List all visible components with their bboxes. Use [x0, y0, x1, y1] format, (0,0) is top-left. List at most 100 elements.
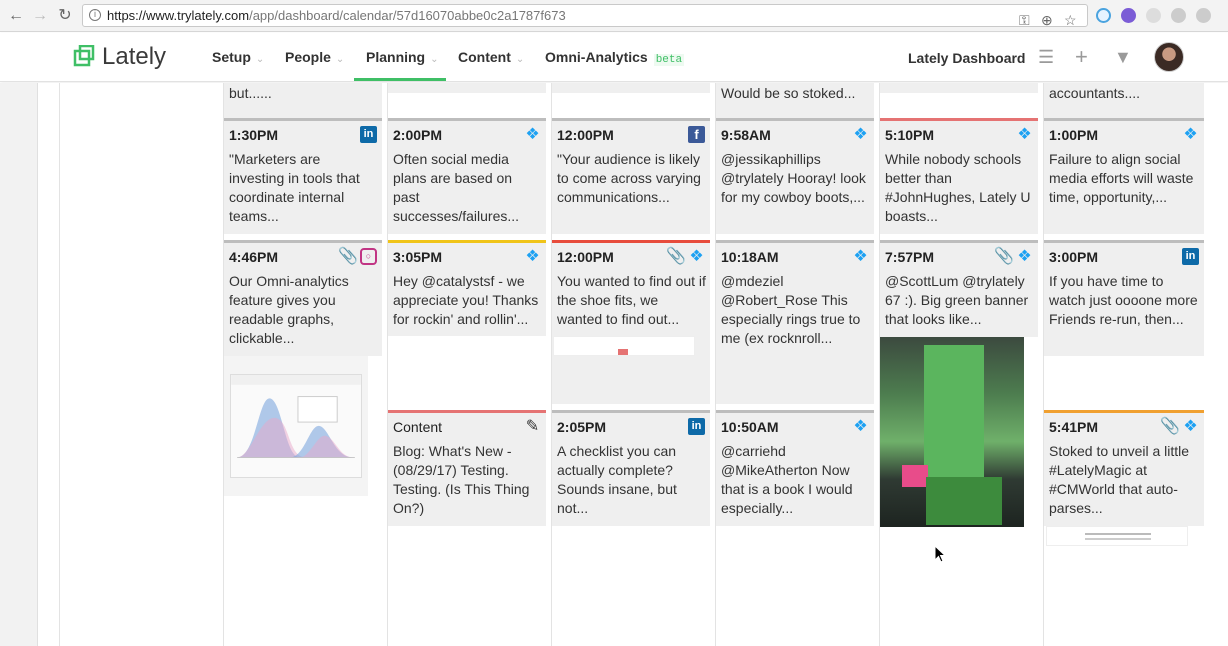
- card-time: 4:46PM: [229, 249, 279, 265]
- card-time: 2:00PM: [393, 127, 443, 143]
- calendar-card[interactable]: 12:00PM 📎 ❖ You wanted to find out if the…: [552, 240, 710, 404]
- card-spacer: [388, 336, 546, 404]
- card-time: 3:05PM: [393, 249, 443, 265]
- calendar-card[interactable]: 10:50AM ❖ @carriehd @MikeAtherton Now th…: [716, 410, 874, 526]
- plus-icon[interactable]: +: [1075, 44, 1088, 70]
- linkedin-icon: in: [360, 126, 377, 143]
- card-time: 1:30PM: [229, 127, 279, 143]
- calendar-card[interactable]: 5:10PM ❖ While nobody schools better tha…: [880, 118, 1038, 234]
- image-thumbnail[interactable]: [1046, 526, 1188, 546]
- extension-icon[interactable]: [1121, 8, 1136, 23]
- twitter-icon: ❖: [1183, 418, 1198, 435]
- calendar-card[interactable]: 5:41PM 📎 ❖ Stoked to unveil a little #Lat…: [1044, 410, 1204, 526]
- calendar-card[interactable]: [552, 83, 710, 93]
- logo-text[interactable]: Lately: [102, 43, 166, 71]
- menu-setup[interactable]: Setup ⌄: [212, 49, 264, 65]
- conference-booth-photo[interactable]: [880, 337, 1024, 527]
- lately-logo-icon[interactable]: [73, 45, 95, 67]
- url-host: https://www.trylately.com: [107, 8, 250, 23]
- paperclip-icon: 📎: [338, 248, 358, 265]
- calendar-card[interactable]: 12:00PM f "Your audience is likely to co…: [552, 118, 710, 234]
- card-time: 5:41PM: [1049, 419, 1099, 435]
- card-text: While nobody schools better than #JohnHu…: [885, 151, 1031, 224]
- twitter-icon: ❖: [1017, 248, 1032, 265]
- avatar[interactable]: [1154, 42, 1184, 72]
- card-text: @mdeziel @Robert_Rose This especially ri…: [721, 273, 861, 346]
- mouse-cursor-icon: [934, 545, 946, 563]
- calendar-card[interactable]: but......: [224, 83, 382, 119]
- twitter-icon: ❖: [525, 126, 540, 143]
- calendar-card[interactable]: accountants....: [1044, 83, 1204, 119]
- twitter-icon: ❖: [853, 248, 868, 265]
- extension-icon[interactable]: [1196, 8, 1211, 23]
- chevron-down-icon: ⌄: [255, 54, 265, 65]
- card-text: but......: [229, 85, 272, 101]
- card-text: Hey @catalystsf - we appreciate you! Tha…: [393, 273, 539, 327]
- calendar-card[interactable]: 7:57PM 📎 ❖ @ScottLum @trylately 67 :). Bi…: [880, 240, 1038, 337]
- card-time: 7:57PM: [885, 249, 935, 265]
- paperclip-icon: 📎: [1160, 418, 1180, 435]
- reload-icon[interactable]: ↻: [55, 6, 75, 26]
- twitter-icon: ❖: [1183, 126, 1198, 143]
- card-text: @ScottLum @trylately 67 :). Big green ba…: [885, 273, 1029, 327]
- card-time: 12:00PM: [557, 127, 614, 143]
- image-detail: [1085, 538, 1151, 540]
- menu-label: Omni-Analytics: [545, 49, 648, 65]
- card-time: 10:50AM: [721, 419, 779, 435]
- calendar-card[interactable]: 2:05PM in A checklist you can actually c…: [552, 410, 710, 526]
- menu-label: Setup: [212, 49, 251, 65]
- instagram-icon: ○: [360, 248, 377, 265]
- card-type: Content: [393, 419, 443, 435]
- extension-icon[interactable]: [1146, 8, 1161, 23]
- menu-planning[interactable]: Planning ⌄: [366, 49, 439, 65]
- twitter-icon: ❖: [1017, 126, 1032, 143]
- url-path: /app/dashboard/calendar/57d16070abbe0c2a…: [249, 8, 566, 23]
- extension-icon[interactable]: [1096, 8, 1111, 23]
- calendar-card[interactable]: 10:18AM ❖ @mdeziel @Robert_Rose This esp…: [716, 240, 874, 404]
- arrow-right-icon[interactable]: →: [30, 6, 50, 26]
- calendar-card[interactable]: 3:05PM ❖ Hey @catalystsf - we appreciate…: [388, 240, 546, 336]
- image-detail: [618, 349, 628, 355]
- menu-label: People: [285, 49, 331, 65]
- calendar-card[interactable]: 3:00PM in If you have time to watch just…: [1044, 240, 1204, 356]
- twitter-icon: ❖: [689, 248, 704, 265]
- menu-people[interactable]: People ⌄: [285, 49, 344, 65]
- zoom-icon[interactable]: ⊕: [1041, 10, 1053, 31]
- calendar-card[interactable]: 4:46PM 📎 ○ Our Omni-analytics feature giv…: [224, 240, 382, 356]
- menu-omni-analytics[interactable]: Omni-Analytics beta: [545, 49, 685, 66]
- chevron-down-icon: ⌄: [335, 54, 345, 65]
- card-text: Our Omni-analytics feature gives you rea…: [229, 273, 349, 346]
- calendar-card[interactable]: Would be so stoked...: [716, 83, 874, 119]
- calendar-card[interactable]: 9:58AM ❖ @jessikaphillips @trylately Hoo…: [716, 118, 874, 234]
- calendar-card[interactable]: 2:00PM ❖ Often social media plans are ba…: [388, 118, 546, 234]
- photo-booth: [926, 477, 1002, 525]
- arrow-left-icon[interactable]: ←: [6, 6, 26, 26]
- pencil-icon[interactable]: ✎: [524, 418, 541, 435]
- star-icon[interactable]: ☆: [1064, 10, 1077, 31]
- calendar-card[interactable]: 1:00PM ❖ Failure to align social media e…: [1044, 118, 1204, 234]
- paperclip-icon: 📎: [666, 248, 686, 265]
- filter-icon[interactable]: ▼: [1114, 47, 1132, 68]
- card-time: 2:05PM: [557, 419, 607, 435]
- calendar-card[interactable]: Content ✎ Blog: What's New - (08/29/17) …: [388, 410, 546, 526]
- address-bar[interactable]: i https://www.trylately.com/app/dashboar…: [82, 4, 1088, 28]
- left-rail: [0, 83, 38, 646]
- image-detail: [1085, 533, 1151, 535]
- image-thumbnail[interactable]: [553, 336, 695, 356]
- key-icon[interactable]: ⚿: [1019, 10, 1030, 31]
- menu-content[interactable]: Content ⌄: [458, 49, 524, 65]
- list-icon[interactable]: ☰: [1038, 47, 1054, 68]
- extension-icon[interactable]: [1171, 8, 1186, 23]
- dashboard-selector[interactable]: Lately Dashboard: [908, 50, 1025, 66]
- card-time: 10:18AM: [721, 249, 779, 265]
- calendar-card[interactable]: 1:30PM in "Marketers are investing in to…: [224, 118, 382, 234]
- chevron-down-icon: ⌄: [430, 54, 439, 65]
- info-icon[interactable]: i: [89, 9, 101, 21]
- card-time: 9:58AM: [721, 127, 771, 143]
- card-time: 1:00PM: [1049, 127, 1099, 143]
- analytics-chart-thumbnail[interactable]: [230, 374, 362, 478]
- calendar-card[interactable]: [880, 83, 1038, 93]
- photo-banner: [924, 345, 984, 485]
- card-text: "Your audience is likely to come across …: [557, 151, 701, 205]
- calendar-card[interactable]: [388, 83, 546, 93]
